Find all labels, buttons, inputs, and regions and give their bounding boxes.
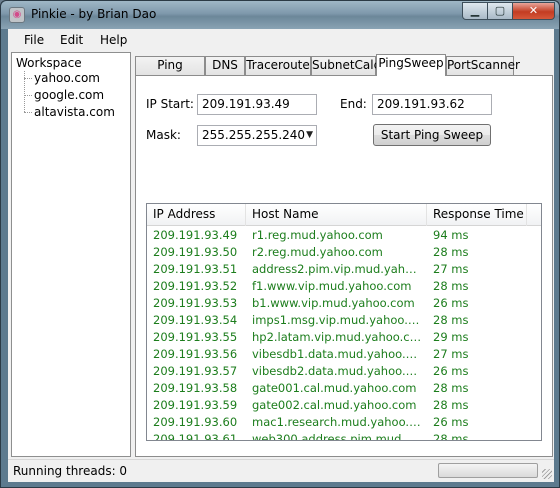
ip-cell: 209.191.93.59 xyxy=(153,398,238,412)
response-cell: 28 ms xyxy=(433,313,469,327)
host-cell: vibesdb1.data.mud.yahoo.com xyxy=(252,347,422,361)
menu-help[interactable]: Help xyxy=(100,33,127,47)
response-cell: 26 ms xyxy=(433,364,469,378)
response-cell: 28 ms xyxy=(433,245,469,259)
table-row[interactable]: 209.191.93.55 hp2.latam.vip.mud.yahoo.com… xyxy=(147,329,541,346)
response-cell: 28 ms xyxy=(433,381,469,395)
window-title: Pinkie - by Brian Dao xyxy=(31,7,157,21)
column-header-ip[interactable]: IP Address xyxy=(147,204,246,226)
ip-cell: 209.191.93.54 xyxy=(153,313,238,327)
ip-cell: 209.191.93.49 xyxy=(153,228,238,242)
pinkie-app-icon: ◉ xyxy=(9,7,25,23)
table-row[interactable]: 209.191.93.50 r2.reg.mud.yahoo.com 28 ms xyxy=(147,244,541,261)
tree-connector xyxy=(24,95,32,96)
tree-root-workspace[interactable]: Workspace xyxy=(16,56,82,70)
ip-start-input[interactable]: 209.191.93.49 xyxy=(197,94,317,115)
ip-cell: 209.191.93.58 xyxy=(153,381,238,395)
ip-end-label: End: xyxy=(340,97,367,111)
response-cell: 27 ms xyxy=(433,347,469,361)
table-row[interactable]: 209.191.93.52 f1.www.vip.mud.yahoo.com 28 … xyxy=(147,278,541,295)
mask-value: 255.255.255.240 xyxy=(202,128,306,142)
mask-select[interactable]: 255.255.255.240 ▼ xyxy=(197,125,317,146)
tree-connector xyxy=(24,112,32,113)
chevron-down-icon[interactable]: ▼ xyxy=(306,126,313,145)
table-row[interactable]: 209.191.93.57 vibesdb2.data.mud.yahoo.com… xyxy=(147,363,541,380)
host-cell: gate002.cal.mud.yahoo.com xyxy=(252,398,417,412)
host-cell: mac1.research.mud.yahoo.com xyxy=(252,415,422,429)
ip-cell: 209.191.93.50 xyxy=(153,245,238,259)
ip-cell: 209.191.93.61 xyxy=(153,432,238,441)
tab-subnetcalc[interactable]: SubnetCalc xyxy=(311,56,380,75)
table-row[interactable]: 209.191.93.53 b1.www.vip.mud.yahoo.com 26 … xyxy=(147,295,541,312)
ip-cell: 209.191.93.57 xyxy=(153,364,238,378)
host-cell: r2.reg.mud.yahoo.com xyxy=(252,245,383,259)
list-rows: 209.191.93.49 r1.reg.mud.yahoo.com 94 ms 20… xyxy=(147,227,541,441)
response-cell: 29 ms xyxy=(433,330,469,344)
resize-grip-icon[interactable] xyxy=(542,469,552,479)
menu-file[interactable]: File xyxy=(24,33,44,47)
tab-pingsweep[interactable]: PingSweep xyxy=(376,54,446,76)
host-cell: web300.address.pim.mud.yahoo.... xyxy=(252,432,422,441)
progress-bar xyxy=(438,463,538,478)
tree-item-yahoo[interactable]: yahoo.com xyxy=(34,71,100,85)
tab-ping-results[interactable]: Ping Results xyxy=(135,56,205,89)
start-ping-sweep-button[interactable]: Start Ping Sweep xyxy=(373,124,491,146)
table-row[interactable]: 209.191.93.61 web300.address.pim.mud.yaho… xyxy=(147,431,541,441)
menu-bar: File Edit Help xyxy=(8,29,554,51)
host-cell: hp2.latam.vip.mud.yahoo.com xyxy=(252,330,422,344)
tab-portscanner[interactable]: PortScanner xyxy=(446,56,520,75)
tab-dns[interactable]: DNS xyxy=(205,56,245,75)
title-bar[interactable]: ◉ Pinkie - by Brian Dao ▁ ▢ ✕ xyxy=(1,1,559,29)
close-button[interactable]: ✕ xyxy=(512,2,555,20)
ip-start-label: IP Start: xyxy=(146,97,194,111)
response-cell: 26 ms xyxy=(433,296,469,310)
response-cell: 28 ms xyxy=(433,398,469,412)
table-row[interactable]: 209.191.93.56 vibesdb1.data.mud.yahoo.com… xyxy=(147,346,541,363)
host-cell: b1.www.vip.mud.yahoo.com xyxy=(252,296,415,310)
response-cell: 26 ms xyxy=(433,415,469,429)
table-row[interactable]: 209.191.93.60 mac1.research.mud.yahoo.com… xyxy=(147,414,541,431)
response-cell: 28 ms xyxy=(433,279,469,293)
column-header-host[interactable]: Host Name xyxy=(246,204,427,226)
ip-cell: 209.191.93.56 xyxy=(153,347,238,361)
host-cell: gate001.cal.mud.yahoo.com xyxy=(252,381,417,395)
ip-cell: 209.191.93.53 xyxy=(153,296,238,310)
host-cell: address2.pim.vip.mud.yahoo.com xyxy=(252,262,422,276)
host-cell: vibesdb2.data.mud.yahoo.com xyxy=(252,364,422,378)
workspace-tree[interactable]: Workspace yahoo.com google.com altavista… xyxy=(11,52,131,457)
host-cell: r1.reg.mud.yahoo.com xyxy=(252,228,383,242)
mask-label: Mask: xyxy=(146,128,181,142)
status-text: Running threads: 0 xyxy=(13,464,128,478)
ip-cell: 209.191.93.55 xyxy=(153,330,238,344)
table-row[interactable]: 209.191.93.54 imps1.msg.vip.mud.yahoo.com… xyxy=(147,312,541,329)
column-header-response[interactable]: Response Time xyxy=(427,204,527,226)
minimize-button[interactable]: ▁ xyxy=(462,2,488,20)
response-cell: 94 ms xyxy=(433,228,469,242)
list-header: IP Address Host Name Response Time xyxy=(147,204,541,226)
tree-connector xyxy=(24,78,32,79)
maximize-button[interactable]: ▢ xyxy=(487,2,513,20)
status-bar: Running threads: 0 xyxy=(8,459,554,481)
response-cell: 27 ms xyxy=(433,262,469,276)
table-row[interactable]: 209.191.93.59 gate002.cal.mud.yahoo.com 28… xyxy=(147,397,541,414)
app-window: ◉ Pinkie - by Brian Dao ▁ ▢ ✕ File Edit … xyxy=(0,0,560,488)
ip-end-input[interactable]: 209.191.93.62 xyxy=(372,94,492,115)
ip-cell: 209.191.93.60 xyxy=(153,415,238,429)
client-area: File Edit Help Workspace yahoo.com googl… xyxy=(8,29,554,482)
response-cell: 28 ms xyxy=(433,432,469,441)
table-row[interactable]: 209.191.93.51 address2.pim.vip.mud.yahoo.… xyxy=(147,261,541,278)
tree-item-google[interactable]: google.com xyxy=(34,88,104,102)
table-row[interactable]: 209.191.93.49 r1.reg.mud.yahoo.com 94 ms xyxy=(147,227,541,244)
menu-edit[interactable]: Edit xyxy=(60,33,83,47)
results-list[interactable]: IP Address Host Name Response Time 209.1… xyxy=(146,203,542,441)
host-cell: f1.www.vip.mud.yahoo.com xyxy=(252,279,412,293)
table-row[interactable]: 209.191.93.58 gate001.cal.mud.yahoo.com 28… xyxy=(147,380,541,397)
tree-item-altavista[interactable]: altavista.com xyxy=(34,105,115,119)
ip-cell: 209.191.93.52 xyxy=(153,279,238,293)
ip-cell: 209.191.93.51 xyxy=(153,262,238,276)
pingsweep-panel: IP Start: 209.191.93.49 End: 209.191.93.… xyxy=(135,75,553,457)
tab-traceroute[interactable]: Traceroute xyxy=(245,56,311,75)
host-cell: imps1.msg.vip.mud.yahoo.com xyxy=(252,313,422,327)
